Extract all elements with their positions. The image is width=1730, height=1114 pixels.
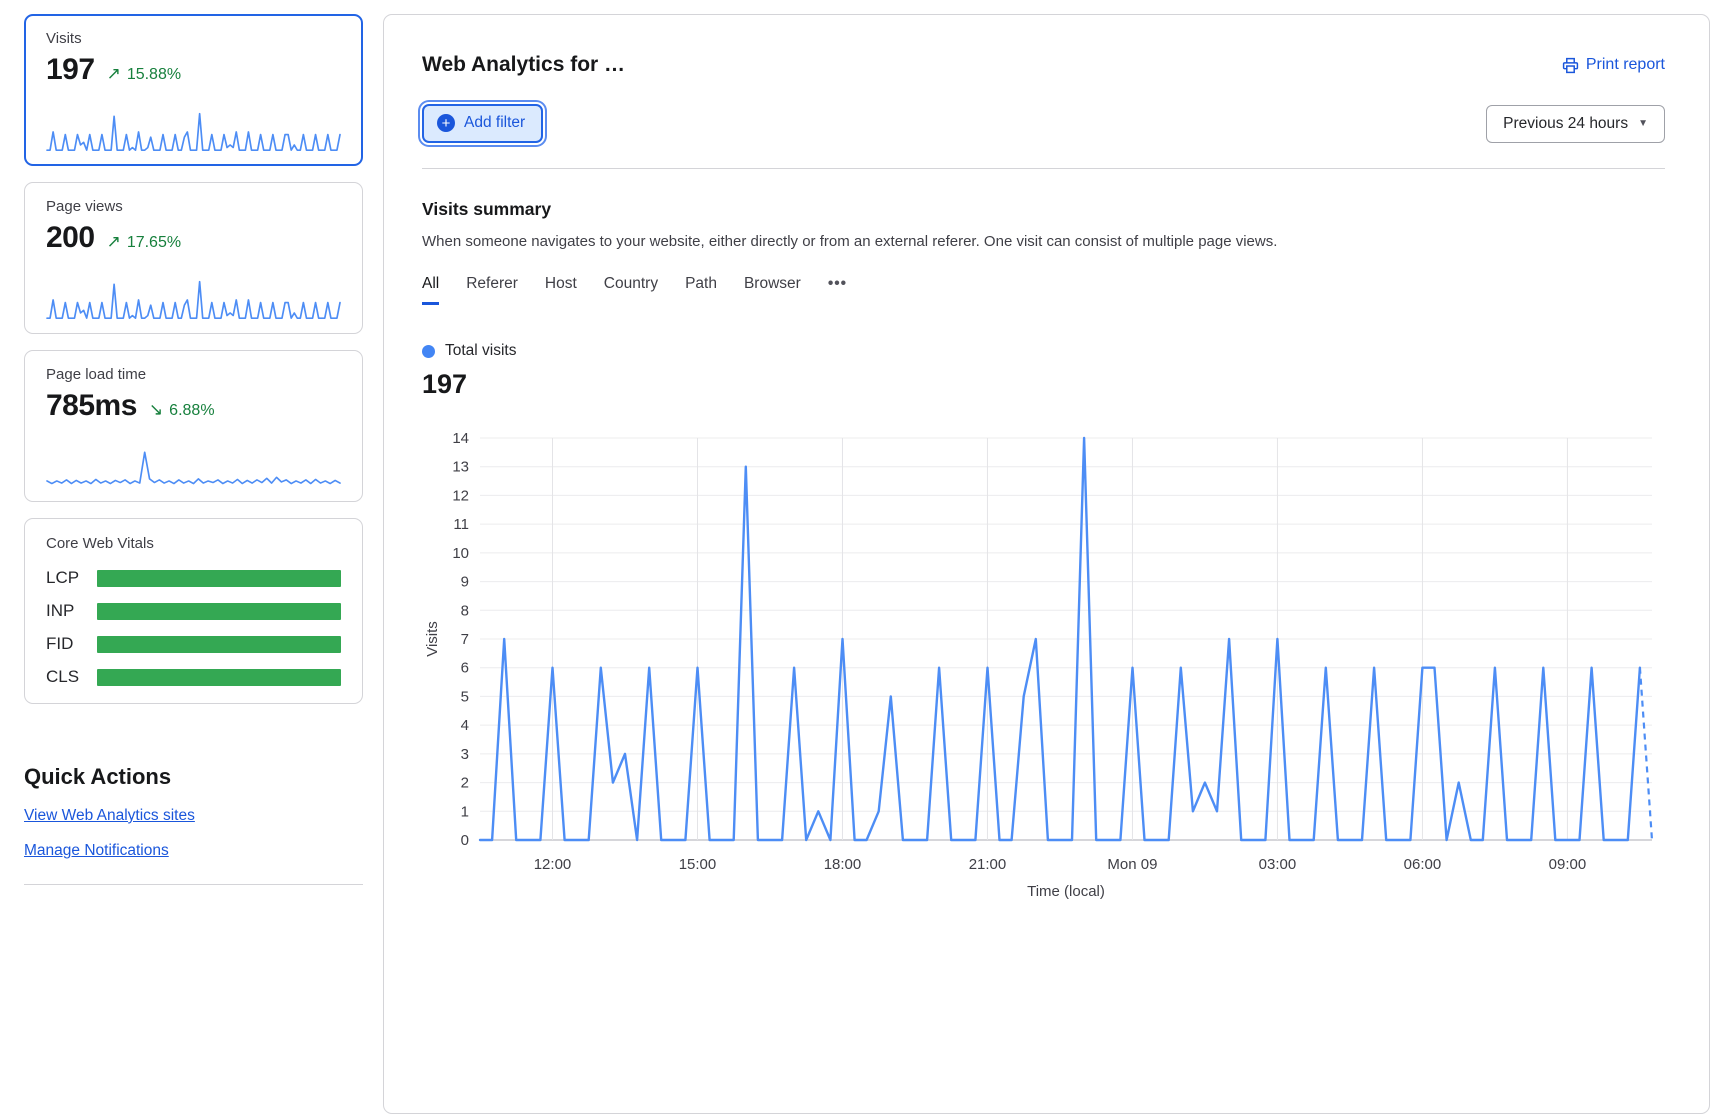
- summary-title: Visits summary: [422, 199, 1665, 220]
- x-tick-label: 09:00: [1549, 856, 1587, 873]
- visits-chart: 0123456789101112131412:0015:0018:0021:00…: [422, 426, 1665, 909]
- svg-text:1: 1: [461, 803, 469, 820]
- svg-text:0: 0: [461, 832, 469, 849]
- vital-bar-inp: [97, 603, 341, 620]
- vital-bar-cls: [97, 669, 341, 686]
- page-title: Web Analytics for …: [422, 53, 625, 77]
- tab-host[interactable]: Host: [545, 275, 577, 305]
- page-views-sparkline: [46, 278, 341, 320]
- analytics-panel: Web Analytics for … Print report + Add f…: [383, 14, 1710, 1114]
- x-tick-label: 21:00: [969, 856, 1007, 873]
- tab-path[interactable]: Path: [685, 275, 717, 305]
- svg-text:10: 10: [452, 545, 469, 562]
- metric-value: 785ms: [46, 389, 137, 423]
- trend-indicator: ↗ 17.65%: [107, 232, 182, 252]
- page-load-sparkline: [46, 446, 341, 488]
- trend-up-arrow-icon: ↗: [107, 232, 121, 252]
- print-report-link[interactable]: Print report: [1562, 56, 1665, 74]
- printer-icon: [1562, 57, 1579, 74]
- metrics-sidebar: Visits 197 ↗ 15.88% Page views 200 ↗ 17.…: [24, 14, 363, 885]
- tab-browser[interactable]: Browser: [744, 275, 801, 305]
- plus-circle-icon: +: [437, 114, 455, 132]
- x-tick-label: Mon 09: [1107, 856, 1157, 873]
- trend-indicator: ↗ 15.88%: [107, 64, 182, 84]
- svg-text:7: 7: [461, 631, 469, 648]
- trend-down-arrow-icon: ↘: [149, 400, 163, 420]
- x-axis-title: Time (local): [1027, 883, 1105, 900]
- quick-actions-title: Quick Actions: [24, 764, 363, 790]
- metric-value: 197: [46, 53, 95, 87]
- vitals-title: Core Web Vitals: [46, 535, 341, 552]
- metric-title: Page load time: [46, 366, 341, 383]
- trend-percent: 6.88%: [169, 402, 214, 420]
- y-axis-title: Visits: [424, 621, 441, 657]
- vitals-rows: LCP INP FID CLS: [46, 568, 341, 687]
- tab-all[interactable]: All: [422, 275, 439, 305]
- trend-indicator: ↘ 6.88%: [149, 400, 215, 420]
- x-tick-label: 15:00: [679, 856, 717, 873]
- metric-card-visits[interactable]: Visits 197 ↗ 15.88%: [24, 14, 363, 166]
- svg-text:5: 5: [461, 688, 469, 705]
- svg-text:8: 8: [461, 602, 469, 619]
- x-tick-label: 03:00: [1259, 856, 1297, 873]
- svg-text:14: 14: [452, 430, 469, 447]
- chevron-down-icon: ▼: [1638, 118, 1648, 129]
- trend-up-arrow-icon: ↗: [107, 64, 121, 84]
- svg-text:6: 6: [461, 660, 469, 677]
- sidebar-divider: [24, 884, 363, 885]
- x-tick-label: 06:00: [1404, 856, 1442, 873]
- svg-text:2: 2: [461, 775, 469, 792]
- core-web-vitals-card[interactable]: Core Web Vitals LCP INP FID CLS: [24, 518, 363, 704]
- metric-title: Page views: [46, 198, 341, 215]
- time-range-dropdown[interactable]: Previous 24 hours ▼: [1486, 105, 1665, 143]
- svg-text:12: 12: [452, 487, 469, 504]
- legend-dot-icon: [422, 345, 435, 358]
- visits-sparkline: [46, 110, 341, 152]
- svg-text:9: 9: [461, 574, 469, 591]
- trend-percent: 15.88%: [127, 66, 181, 84]
- metric-title: Visits: [46, 30, 341, 47]
- chart-legend: Total visits: [422, 342, 1665, 360]
- vital-label-lcp: LCP: [46, 568, 97, 588]
- vital-label-cls: CLS: [46, 667, 97, 687]
- manage-notifications-link[interactable]: Manage Notifications: [24, 842, 169, 860]
- svg-text:3: 3: [461, 746, 469, 763]
- metric-value: 200: [46, 221, 95, 255]
- summary-description: When someone navigates to your website, …: [422, 233, 1665, 250]
- legend-label: Total visits: [445, 342, 517, 360]
- total-visits-value: 197: [422, 369, 1665, 400]
- view-web-analytics-sites-link[interactable]: View Web Analytics sites: [24, 807, 195, 825]
- add-filter-label: Add filter: [464, 114, 525, 132]
- add-filter-button[interactable]: + Add filter: [422, 104, 543, 143]
- quick-actions-section: Quick Actions View Web Analytics sites M…: [24, 764, 363, 885]
- visits-line-chart: 0123456789101112131412:0015:0018:0021:00…: [422, 426, 1672, 904]
- svg-text:13: 13: [452, 459, 469, 476]
- vital-bar-lcp: [97, 570, 341, 587]
- x-tick-label: 18:00: [824, 856, 862, 873]
- tab-country[interactable]: Country: [604, 275, 658, 305]
- print-report-label: Print report: [1586, 56, 1665, 74]
- vital-label-inp: INP: [46, 601, 97, 621]
- metric-card-page-load-time[interactable]: Page load time 785ms ↘ 6.88%: [24, 350, 363, 502]
- tab-more[interactable]: •••: [828, 275, 847, 305]
- vital-label-fid: FID: [46, 634, 97, 654]
- trend-percent: 17.65%: [127, 234, 181, 252]
- summary-tabs: All Referer Host Country Path Browser •••: [422, 275, 1665, 305]
- vital-bar-fid: [97, 636, 341, 653]
- x-tick-label: 12:00: [534, 856, 572, 873]
- tab-referer[interactable]: Referer: [466, 275, 518, 305]
- time-range-label: Previous 24 hours: [1503, 115, 1628, 133]
- metric-card-page-views[interactable]: Page views 200 ↗ 17.65%: [24, 182, 363, 334]
- svg-text:11: 11: [453, 516, 469, 533]
- svg-text:4: 4: [461, 717, 469, 734]
